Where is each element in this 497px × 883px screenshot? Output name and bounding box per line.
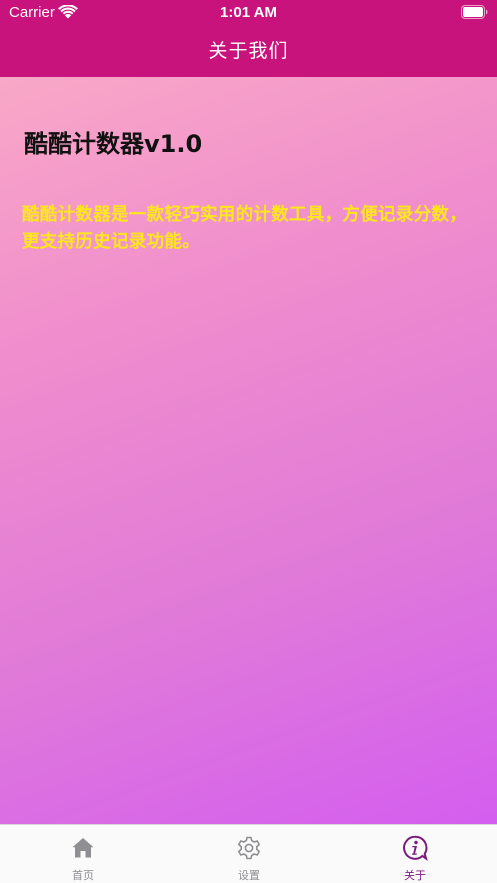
- about-content: 酷酷计数器v1.0 酷酷计数器是一款轻巧实用的计数工具，方便记录分数，更支持历史…: [0, 77, 497, 824]
- home-icon: [72, 838, 94, 858]
- navigation-bar: Carrier 1:01 AM 关于我们: [0, 0, 497, 77]
- tab-about[interactable]: 关于: [332, 825, 497, 883]
- status-time: 1:01 AM: [220, 4, 277, 21]
- about-screen: Carrier 1:01 AM 关于我们 酷酷计数器v1.0 酷酷计数器是一款轻…: [0, 0, 497, 883]
- gear-icon: [238, 836, 260, 860]
- page-title: 关于我们: [208, 40, 289, 62]
- battery-icon: [461, 5, 488, 19]
- tab-home[interactable]: 首页: [0, 825, 166, 883]
- status-bar: Carrier 1:01 AM: [0, 0, 497, 26]
- tab-about-label: 关于: [404, 869, 426, 882]
- tab-settings-label: 设置: [238, 869, 260, 882]
- tab-bar: 首页 设置 关于: [0, 824, 497, 883]
- tab-home-label: 首页: [72, 869, 94, 882]
- app-description: 酷酷计数器是一款轻巧实用的计数工具，方便记录分数，更支持历史记录功能。: [22, 205, 467, 252]
- info-icon: [403, 835, 428, 861]
- tab-settings[interactable]: 设置: [166, 825, 332, 883]
- app-title: 酷酷计数器v1.0: [24, 130, 203, 158]
